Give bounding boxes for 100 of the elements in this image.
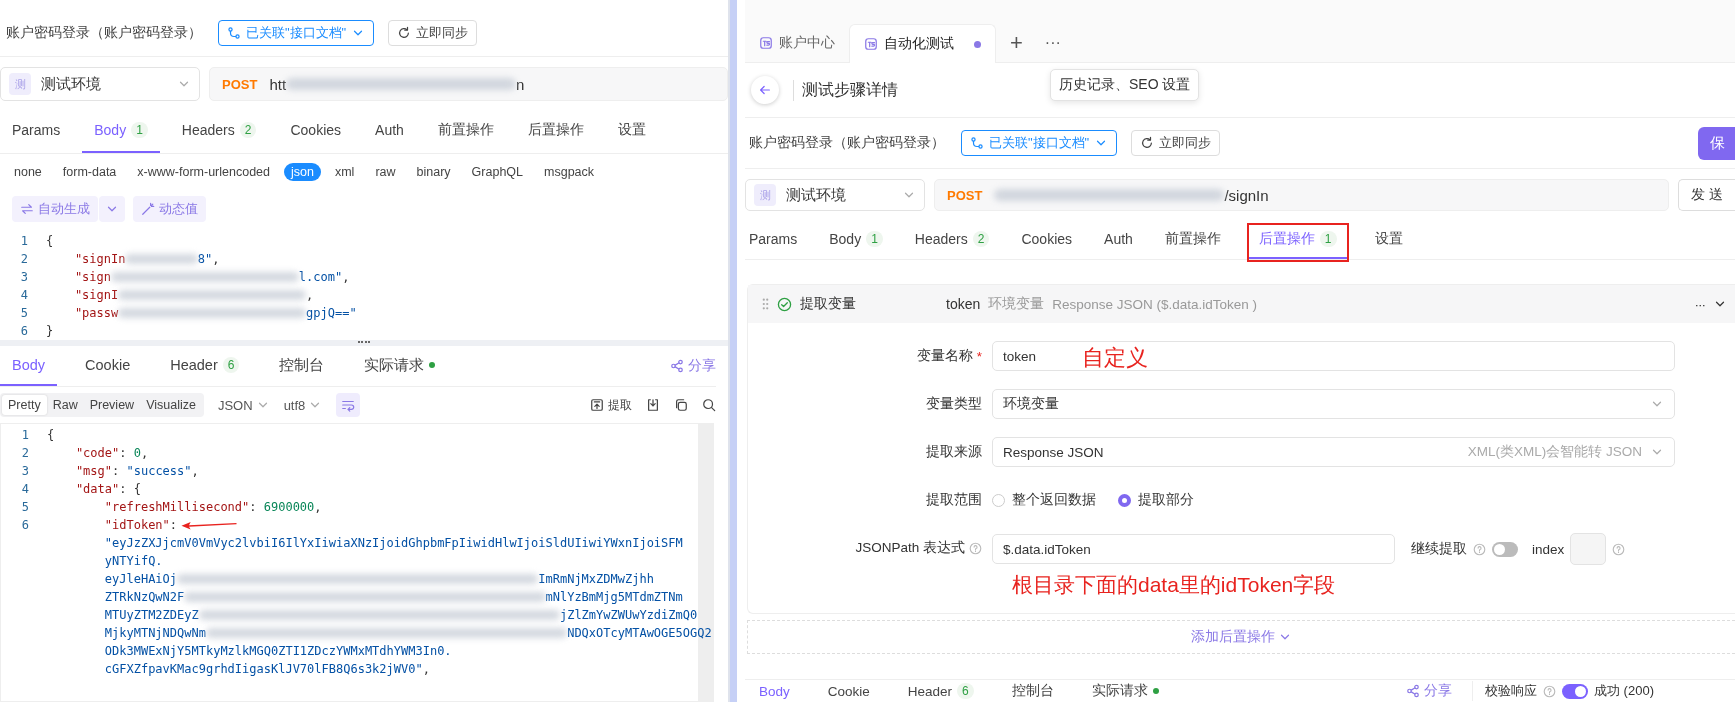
tab[interactable]: Body 1 (825, 221, 887, 259)
format-select[interactable]: utf8 (283, 397, 323, 413)
send-button[interactable]: 发 送 (1678, 179, 1735, 211)
share-link[interactable]: 分享 (1406, 682, 1452, 700)
count-badge: 6 (957, 683, 974, 699)
tab[interactable]: Body (0, 346, 58, 386)
environment-select[interactable]: 测 测试环境 (0, 67, 200, 101)
body-type-option[interactable]: x-www-form-urlencoded (130, 163, 277, 181)
field-label: 提取范围 (926, 491, 982, 509)
tab[interactable]: Headers 2 (910, 221, 994, 259)
tab[interactable]: Headers 2 (169, 109, 269, 153)
validation-label: 校验响应 (1485, 682, 1537, 700)
method-label: POST (222, 76, 258, 92)
wrap-toggle-button[interactable] (336, 393, 361, 417)
field-label: 提取来源 (926, 443, 982, 461)
search-icon[interactable] (702, 398, 716, 412)
tab[interactable]: 控制台 (267, 346, 337, 386)
tab[interactable]: Cookies (278, 109, 354, 153)
radio-option[interactable]: 整个返回数据 (992, 491, 1096, 509)
tab[interactable]: Body 1 (82, 109, 160, 153)
tooltip: 历史记录、SEO 设置 (1050, 69, 1200, 101)
sync-button[interactable]: 立即同步 (1131, 130, 1221, 156)
line-number: 2 (20, 446, 29, 460)
more-button[interactable]: ··· (1694, 296, 1705, 312)
text-field[interactable]: $.data.idToken (992, 534, 1395, 564)
tab[interactable]: Body (745, 681, 804, 701)
line-number: 4 (19, 288, 28, 302)
tab[interactable]: 前置操作 (1160, 221, 1225, 259)
check-circle-icon[interactable] (777, 296, 792, 312)
tab[interactable]: 设置 (605, 109, 658, 153)
sync-button[interactable]: 立即同步 (388, 20, 478, 46)
tab[interactable]: Cookies (1017, 221, 1077, 259)
share-link[interactable]: 分享 (670, 346, 716, 386)
code-text: } (46, 324, 54, 338)
tab[interactable]: Params (0, 109, 73, 153)
new-tab-button[interactable]: + (996, 24, 1037, 62)
tab[interactable]: 后置操作 (515, 109, 596, 153)
linked-doc-button[interactable]: 已关联"接口文档" (961, 130, 1118, 156)
view-mode-option[interactable]: Raw (46, 395, 84, 415)
file-tab[interactable]: 自动化测试 (849, 24, 996, 63)
body-type-option[interactable]: raw (368, 163, 403, 181)
code-text: , (191, 464, 199, 478)
toggle-switch[interactable] (1492, 541, 1518, 557)
code-text: "signIn (73, 252, 126, 266)
tab[interactable]: 实际请求 (352, 346, 448, 386)
resize-handle[interactable] (358, 341, 370, 345)
save-button[interactable]: 保 (1698, 126, 1735, 160)
select-field[interactable]: Response JSON XML(类XML)会智能转 JSON (992, 437, 1675, 467)
file-tab[interactable]: 账户中心 (745, 24, 849, 62)
select-field[interactable]: 环境变量 (992, 389, 1675, 419)
tab[interactable]: 前置操作 (425, 109, 506, 153)
environment-select[interactable]: 测 测试环境 (745, 179, 925, 211)
help-icon (1612, 542, 1626, 556)
code-text: : (112, 464, 121, 478)
code-text: , (422, 662, 430, 676)
linked-doc-button[interactable]: 已关联"接口文档" (218, 20, 375, 46)
code-text: yNTYifQ. (103, 554, 163, 568)
index-field[interactable] (1570, 533, 1607, 565)
body-type-option[interactable]: form-data (55, 163, 124, 181)
body-type-option[interactable]: msgpack (537, 163, 602, 181)
line-number: 3 (20, 464, 29, 478)
tab[interactable]: Auth (1100, 221, 1137, 259)
body-type-option[interactable]: GraphQL (464, 163, 530, 181)
more-tabs-button[interactable]: ··· (1036, 24, 1069, 62)
format-select[interactable]: JSON (217, 397, 270, 413)
extract-button[interactable]: 提取 (590, 396, 632, 414)
body-type-option[interactable]: xml (327, 163, 362, 181)
tab[interactable]: Auth (363, 109, 416, 153)
tab[interactable]: Cookie (73, 346, 143, 386)
view-mode-option[interactable]: Preview (83, 395, 141, 415)
line-number: 6 (19, 324, 28, 338)
download-icon[interactable] (646, 398, 660, 412)
file-icon (864, 37, 878, 51)
body-type-option[interactable]: binary (409, 163, 458, 181)
tab[interactable]: 设置 (1370, 221, 1407, 259)
operation-header[interactable]: 提取变量 token 环境变量 Response JSON ($.data.idToken ) ··· (748, 285, 1735, 323)
tab[interactable]: 后置操作 1 (1248, 221, 1347, 259)
index-label: index (1532, 541, 1565, 557)
copy-icon[interactable] (674, 398, 688, 412)
tab[interactable]: Params (745, 221, 802, 259)
tab[interactable]: 实际请求 (1077, 681, 1173, 701)
count-badge: 2 (972, 231, 990, 247)
line-number: 3 (19, 270, 28, 284)
api-title: 账户密码登录（账户密码登录） (6, 24, 202, 42)
view-mode-option[interactable]: Pretty (2, 395, 47, 415)
url-field[interactable]: POST /signIn (934, 179, 1670, 211)
body-type-option[interactable]: none (7, 163, 49, 181)
drag-handle-icon[interactable] (762, 298, 769, 310)
toggle-switch[interactable] (1562, 683, 1588, 699)
tab[interactable]: 控制台 (997, 681, 1068, 701)
field-label: 变量名称 (916, 347, 973, 365)
code-text: : (169, 518, 178, 532)
tab[interactable]: Header 6 (893, 681, 988, 701)
radio-option[interactable]: 提取部分 (1118, 491, 1194, 509)
view-mode-option[interactable]: Visualize (140, 395, 202, 415)
tab[interactable]: Cookie (813, 681, 884, 701)
add-operation-button[interactable]: 添加后置操作 (1191, 628, 1292, 646)
code-text: { (46, 234, 54, 248)
url-field[interactable]: POST htt n (209, 67, 728, 101)
tab[interactable]: Header 6 (158, 346, 252, 386)
